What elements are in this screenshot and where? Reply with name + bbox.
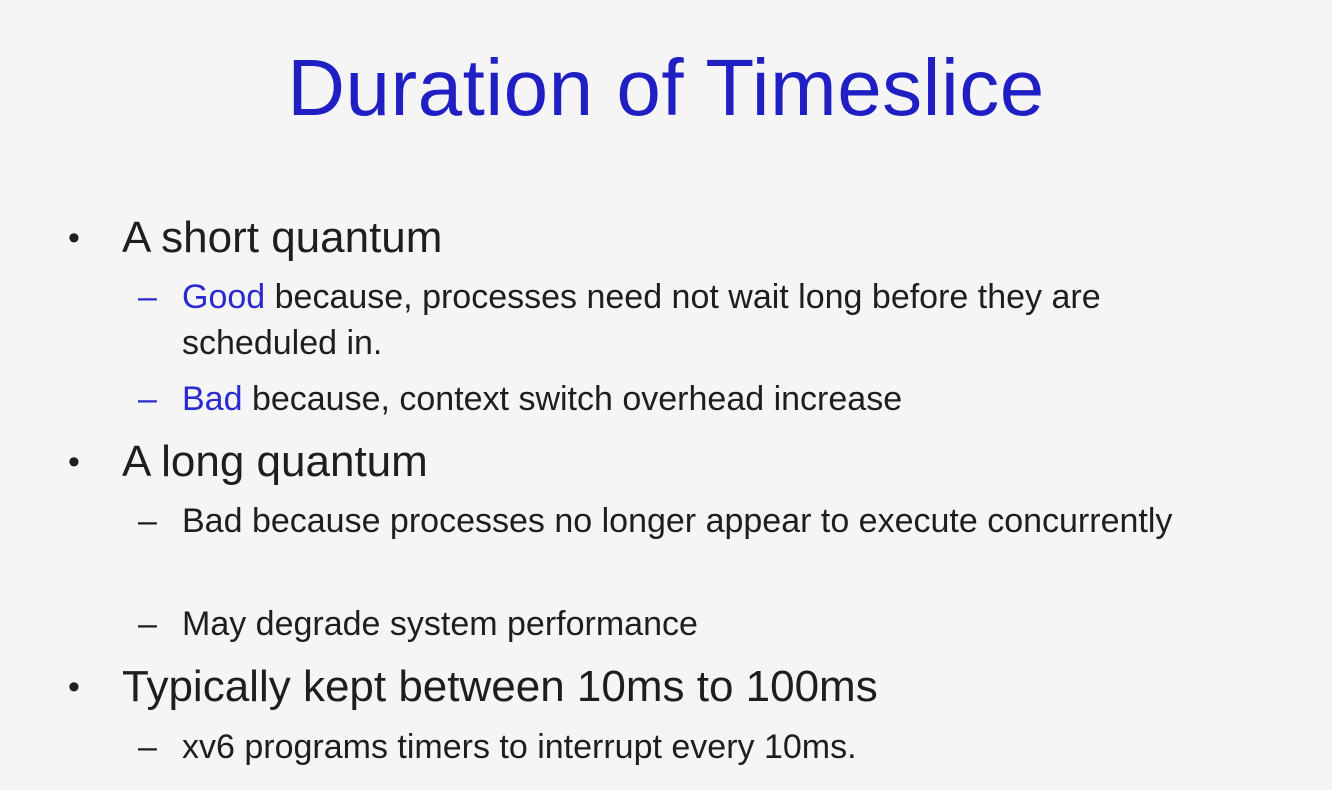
subpoint-text: May degrade system performance xyxy=(182,605,698,643)
emphasis-good: Good xyxy=(182,278,266,316)
dash-marker: – xyxy=(138,728,157,766)
emphasis-bad: Bad xyxy=(182,380,243,418)
subpoint-text: Bad because processes no longer appear t… xyxy=(182,502,1173,540)
subpoint-rest: because, processes need not wait long be… xyxy=(182,278,1101,362)
slide: Duration of Timeslice • A short quantum –… xyxy=(0,0,1332,790)
subpoint-bad: – Bad because, context switch overhead i… xyxy=(138,376,1258,422)
subpoint-good: – Good because, processes need not wait … xyxy=(138,274,1258,366)
bullet-point-short-quantum: • A short quantum xyxy=(68,212,442,264)
subpoint-text: Good because, processes need not wait lo… xyxy=(182,274,1258,366)
bullet-point-long-quantum: • A long quantum xyxy=(68,436,428,488)
subpoint-text: xv6 programs timers to interrupt every 1… xyxy=(182,728,857,766)
bullet-marker: • xyxy=(68,219,80,257)
bullet-text: Typically kept between 10ms to 100ms xyxy=(122,662,878,711)
dash-marker: – xyxy=(138,380,157,418)
bullet-text: A short quantum xyxy=(122,213,443,262)
dash-marker: – xyxy=(138,502,157,540)
subpoint-rest: because, context switch overhead increas… xyxy=(242,380,903,418)
subpoint-no-concurrency: – Bad because processes no longer appear… xyxy=(138,498,1258,544)
bullet-marker: • xyxy=(68,668,80,706)
bullet-point-typical-range: • Typically kept between 10ms to 100ms xyxy=(68,661,878,713)
subpoint-xv6-timer: – xv6 programs timers to interrupt every… xyxy=(138,724,1258,770)
dash-marker: – xyxy=(138,605,157,643)
subpoint-degrade-performance: – May degrade system performance xyxy=(138,601,1258,647)
slide-title: Duration of Timeslice xyxy=(287,43,1045,132)
bullet-text: A long quantum xyxy=(122,437,428,486)
dash-marker: – xyxy=(138,278,157,316)
subpoint-text: Bad because, context switch overhead inc… xyxy=(182,376,1258,422)
bullet-marker: • xyxy=(68,443,80,481)
